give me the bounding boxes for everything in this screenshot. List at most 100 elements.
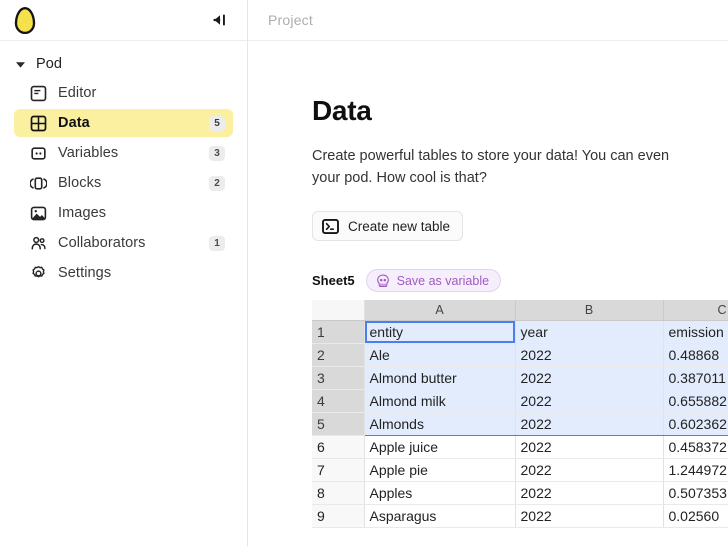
sidebar-item-label: Collaborators [58,235,146,251]
sidebar-item-editor[interactable]: Editor [14,79,233,107]
table-cell[interactable]: entity [363,319,516,344]
table-cell[interactable]: 1.244972 [663,458,728,482]
table-cell[interactable]: 2022 [515,366,664,390]
table-row[interactable]: 9 Asparagus 2022 0.02560 [312,504,728,528]
sidebar-item-label: Settings [58,265,112,281]
column-header-a[interactable]: A [364,300,516,321]
egg-logo[interactable] [14,6,36,34]
page-title: Data [312,95,372,126]
row-number[interactable]: 7 [312,458,365,482]
column-header-c[interactable]: C [663,300,728,321]
table-cell[interactable]: 0.387011 [663,366,728,390]
image-icon [30,206,47,220]
table-cell[interactable]: 2022 [515,343,664,367]
collaborators-icon [31,236,46,250]
save-as-variable-label: Save as variable [396,273,490,288]
table-row[interactable]: 2 Ale 2022 0.48868 [312,343,728,367]
sidebar-item-settings[interactable]: Settings [14,259,233,287]
collapse-sidebar-button[interactable] [205,8,231,32]
table-row[interactable]: 8 Apples 2022 0.507353 [312,481,728,505]
sidebar-item-label: Blocks [58,175,102,191]
table-cell[interactable]: Asparagus [364,504,516,528]
gear-icon [32,265,45,277]
table-row[interactable]: 3 Almond butter 2022 0.387011 [312,366,728,390]
table-cell[interactable]: year [515,319,664,344]
sidebar-item-label: Editor [58,85,97,101]
spreadsheet-column-header-row: A B C [312,300,728,321]
sidebar-tree-root-label: Pod [36,56,63,72]
page-description: Create powerful tables to store your dat… [312,148,670,186]
table-cell[interactable]: Ale [363,343,516,367]
save-as-variable-button[interactable]: Save as variable [365,269,502,292]
table-cell[interactable]: 2022 [515,435,664,459]
sidebar-item-collaborators[interactable]: Collaborators 1 [14,229,233,257]
sidebar-tree: Pod Editor Data 5 Variables 3 Blocks 2 I… [0,41,247,289]
top-bar: Project [248,0,728,41]
skull-icon [376,274,389,287]
sidebar-item-variables[interactable]: Variables 3 [14,139,233,167]
collapse-sidebar-icon [213,14,225,26]
table-row[interactable]: 7 Apple pie 2022 1.244972 [312,458,728,482]
editor-icon [30,85,47,101]
sheet-header: Sheet5 Save as variable [312,269,728,292]
row-number[interactable]: 4 [312,389,365,413]
table-grid-icon [30,115,47,131]
sidebar-item-badge: 5 [209,115,225,131]
egg-logo-icon [14,6,36,34]
table-cell[interactable]: 0.02560 [663,504,728,528]
table-cell[interactable]: 0.458372 [663,435,728,459]
table-row[interactable]: 6 Apple juice 2022 0.458372 [312,435,728,459]
table-row[interactable]: 4 Almond milk 2022 0.655882 [312,389,728,413]
table-cell[interactable]: Apple pie [364,458,516,482]
chevron-down-icon [16,61,25,68]
sidebar-item-label: Images [58,205,107,221]
spreadsheet-body: 1 entity year emission 2 Ale 2022 0.48868 3 Almon… [312,319,728,528]
spreadsheet-grid[interactable]: A B C 1 entity year emission 2 Ale 2022 0.48868… [312,300,728,528]
table-cell[interactable]: Almonds [363,412,516,436]
table-row[interactable]: 5 Almonds 2022 0.602362 [312,412,728,436]
sidebar-header [0,0,247,41]
table-cell[interactable]: Almond butter [363,366,516,390]
table-cell[interactable]: 2022 [515,504,664,528]
table-cell[interactable]: 0.655882 [663,389,728,413]
sidebar-item-images[interactable]: Images [14,199,233,227]
sidebar-item-label: Variables [58,145,119,161]
row-number[interactable]: 8 [312,481,365,505]
column-header-b[interactable]: B [515,300,664,321]
sidebar-item-badge: 2 [209,175,225,191]
terminal-icon [322,218,339,234]
table-cell[interactable]: 2022 [515,481,664,505]
row-number[interactable]: 1 [312,320,365,344]
spreadsheet[interactable]: A B C 1 entity year emission 2 Ale 2022 0.48868… [312,300,728,528]
sheet-name: Sheet5 [312,273,355,288]
blocks-icon [30,176,47,190]
row-number[interactable]: 9 [312,504,365,528]
table-cell[interactable]: Almond milk [363,389,516,413]
create-new-table-label: Create new table [348,218,451,234]
sidebar: Pod Editor Data 5 Variables 3 Blocks 2 I… [0,0,248,546]
table-cell[interactable]: Apples [364,481,516,505]
table-cell[interactable]: 0.48868 [663,343,728,367]
table-cell[interactable]: 2022 [515,458,664,482]
sidebar-tree-root-pod[interactable]: Pod [0,51,247,77]
sidebar-item-label: Data [58,115,90,131]
table-cell[interactable]: 0.507353 [663,481,728,505]
table-cell[interactable]: Apple juice [364,435,516,459]
row-number[interactable]: 6 [312,435,365,459]
row-number[interactable]: 5 [312,412,365,436]
breadcrumb[interactable]: Project [268,12,313,28]
table-cell[interactable]: 2022 [515,412,664,436]
app-root: Pod Editor Data 5 Variables 3 Blocks 2 I… [0,0,728,546]
table-cell[interactable]: 0.602362 [663,412,728,436]
table-cell[interactable]: 2022 [515,389,664,413]
table-row[interactable]: 1 entity year emission [312,319,728,344]
row-number[interactable]: 2 [312,343,365,367]
row-number[interactable]: 3 [312,366,365,390]
select-all-corner[interactable] [312,300,365,321]
create-new-table-button[interactable]: Create new table [312,211,464,241]
table-cell[interactable]: emission [663,319,728,344]
sidebar-item-badge: 3 [209,145,225,161]
sidebar-item-data[interactable]: Data 5 [14,109,233,137]
content-area: Data Create powerful tables to store you… [248,41,728,528]
sidebar-item-blocks[interactable]: Blocks 2 [14,169,233,197]
